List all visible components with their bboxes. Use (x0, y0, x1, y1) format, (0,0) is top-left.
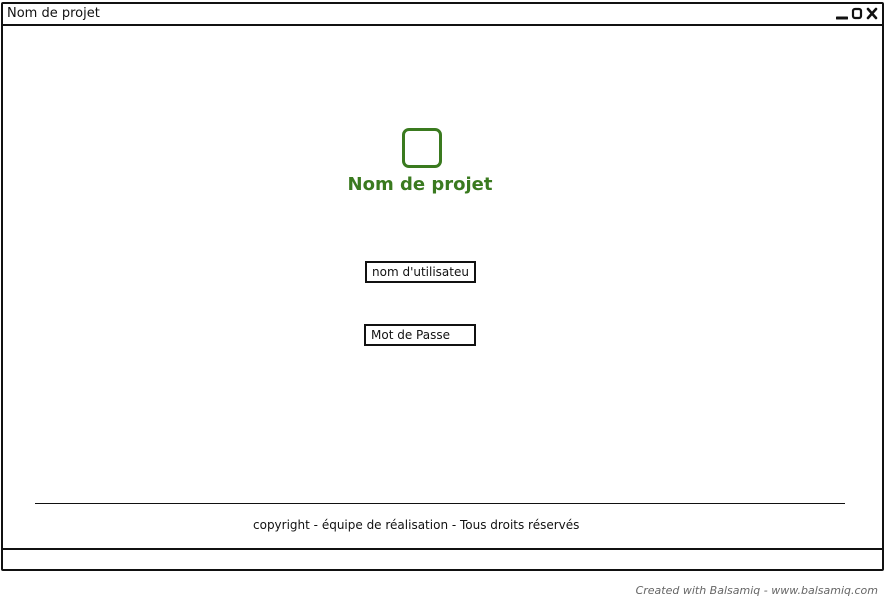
app-window: Nom de projet (1, 2, 884, 571)
password-input[interactable] (364, 324, 476, 346)
copyright-text: copyright - équipe de réalisation - Tous… (253, 518, 580, 532)
balsamiq-credit: Created with Balsamiq - www.balsamiq.com (635, 584, 878, 597)
minimize-icon[interactable] (835, 7, 848, 21)
maximize-icon[interactable] (850, 7, 863, 21)
project-name: Nom de projet (347, 174, 493, 195)
status-bar (3, 548, 882, 550)
page: Nom de projet Nom de projet copyright - … (0, 0, 885, 602)
close-icon[interactable] (865, 7, 878, 21)
username-input[interactable] (365, 261, 476, 283)
footer-divider (35, 503, 845, 504)
title-bar: Nom de projet (3, 4, 882, 26)
square-logo-icon (402, 128, 442, 168)
window-title: Nom de projet (7, 6, 100, 21)
window-controls (835, 6, 878, 22)
